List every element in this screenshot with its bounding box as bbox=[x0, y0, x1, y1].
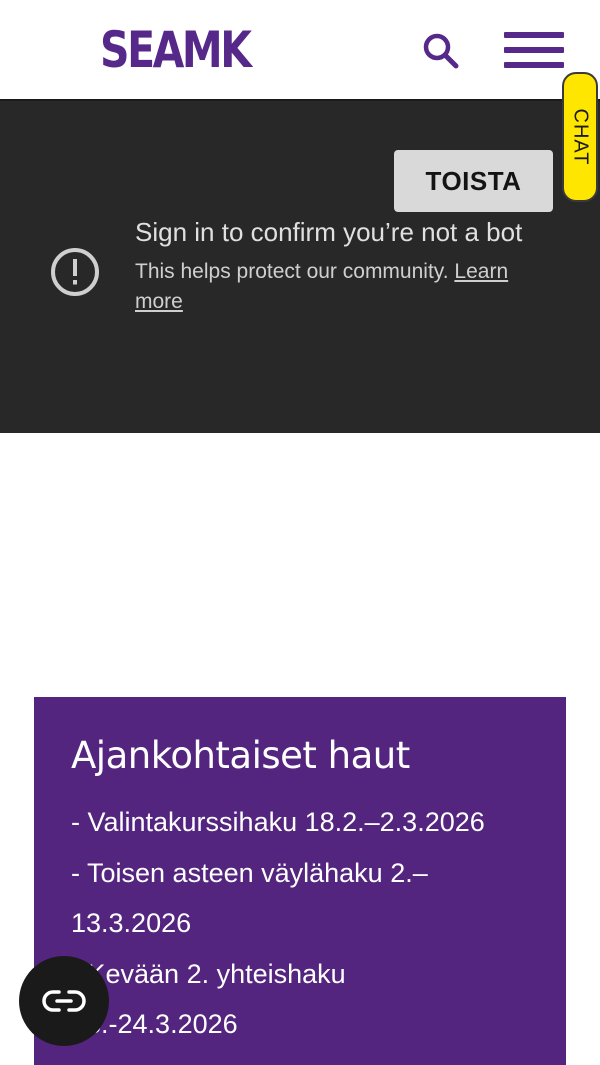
accessibility-cc-icon bbox=[42, 990, 86, 1012]
accessibility-button[interactable] bbox=[19, 956, 109, 1046]
bot-check-message: This helps protect our community. Learn … bbox=[135, 257, 555, 317]
application-item: - Toisen asteen väylähaku 2.– bbox=[71, 857, 428, 888]
search-button[interactable] bbox=[420, 30, 462, 72]
chat-label: CHAT bbox=[569, 108, 592, 166]
chat-tab[interactable]: CHAT bbox=[562, 72, 598, 202]
search-icon bbox=[423, 33, 459, 69]
site-header: SEAMK bbox=[0, 0, 600, 101]
video-embed: TOISTA Sign in to confirm you’re not a b… bbox=[0, 101, 600, 433]
bot-check-text: This helps protect our community. bbox=[135, 260, 449, 283]
seamk-logo[interactable]: SEAMK bbox=[100, 22, 252, 78]
current-applications-panel: Ajankohtaiset haut - Valintakurssihaku 1… bbox=[34, 697, 566, 1065]
menu-button[interactable] bbox=[504, 30, 566, 72]
application-item: 18.-24.3.2026 bbox=[71, 1009, 238, 1039]
bot-check-title: Sign in to confirm you’re not a bot bbox=[135, 217, 523, 247]
hamburger-menu-icon bbox=[504, 32, 564, 38]
application-item: - Kevään 2. yhteishaku bbox=[71, 958, 346, 989]
alert-circle-icon bbox=[51, 248, 99, 296]
replay-button[interactable]: TOISTA bbox=[394, 150, 553, 212]
application-item: - Valintakurssihaku 18.2.–2.3.2026 bbox=[71, 807, 485, 837]
panel-title: Ajankohtaiset haut bbox=[71, 734, 410, 777]
application-item: 13.3.2026 bbox=[71, 908, 192, 938]
